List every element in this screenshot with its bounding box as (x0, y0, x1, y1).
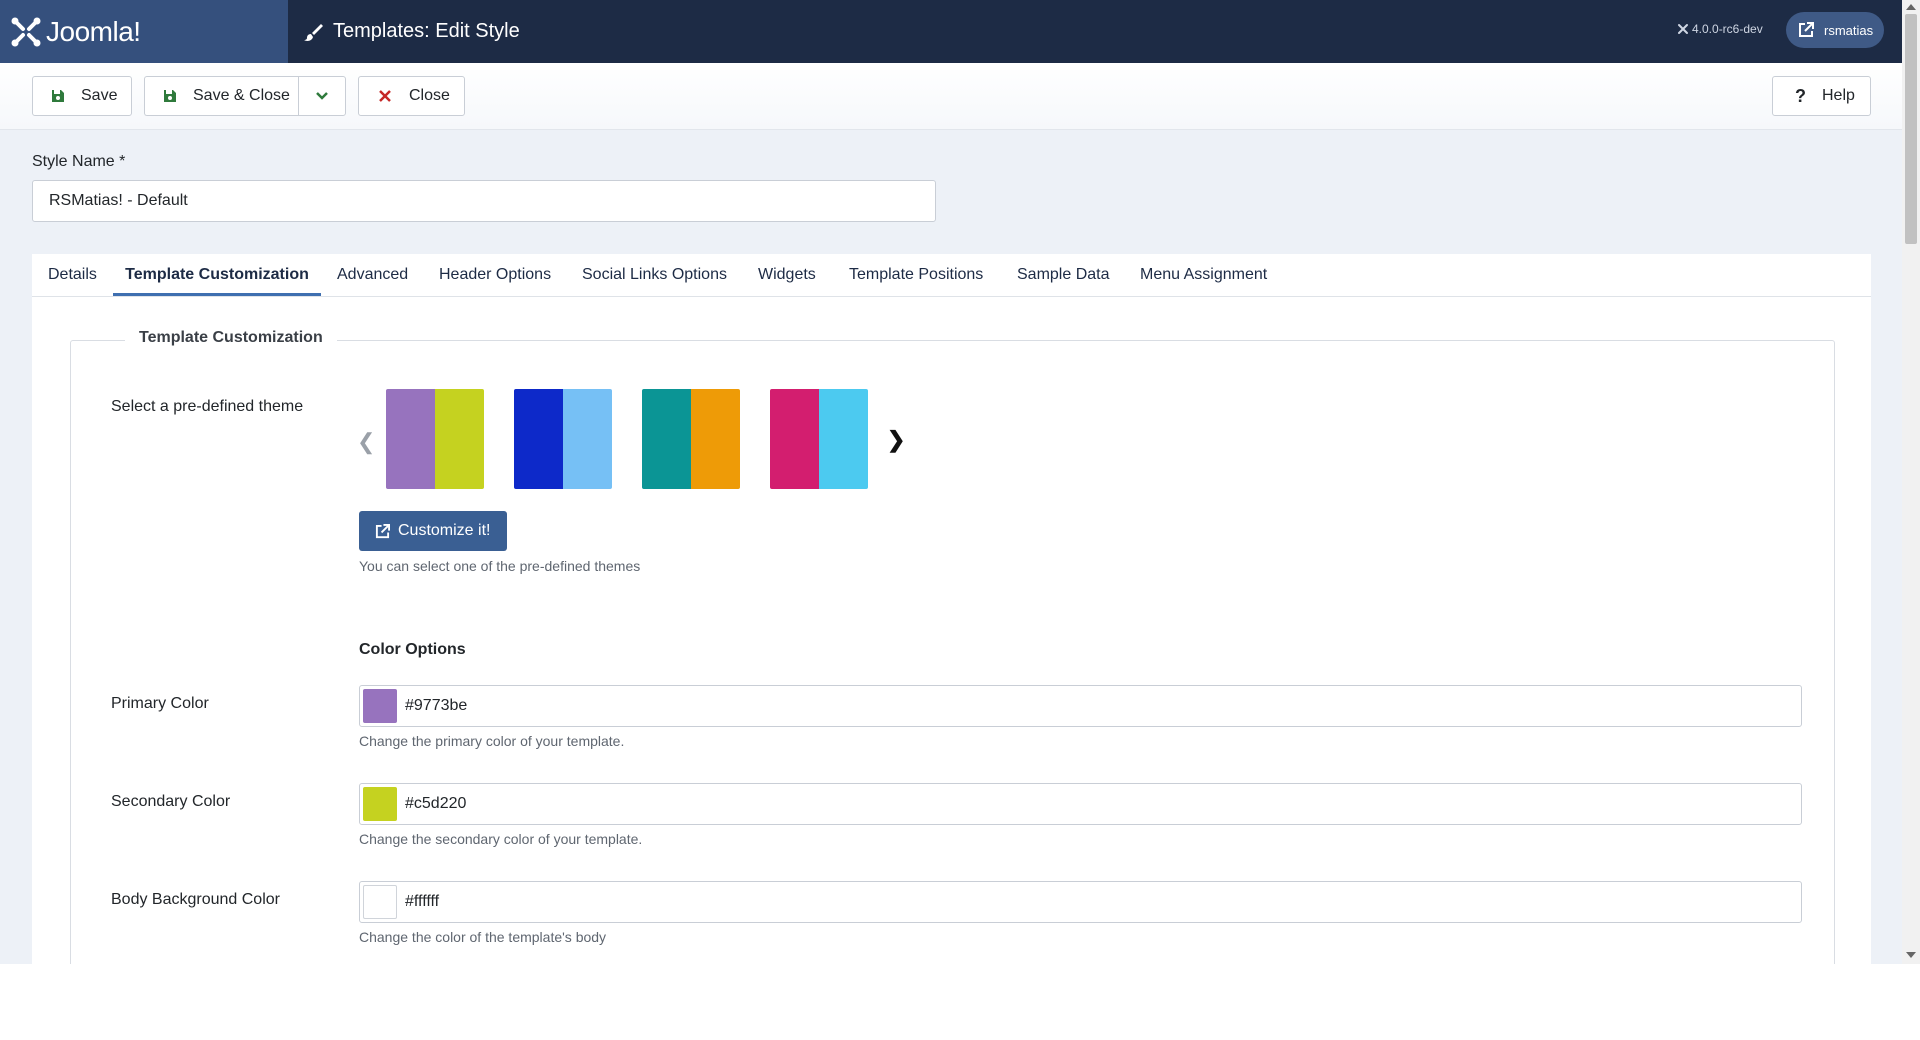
brush-icon (304, 23, 323, 41)
theme-hint: You can select one of the pre-defined th… (359, 558, 641, 574)
tab-header-options[interactable]: Header Options (439, 254, 551, 296)
customize-button[interactable]: Customize it! (359, 511, 507, 551)
tab-details[interactable]: Details (48, 254, 97, 296)
primary-color-hint: Change the primary color of your templat… (359, 733, 625, 749)
style-name-input[interactable] (32, 180, 936, 222)
external-link-icon (375, 523, 390, 539)
joomla-small-icon (1678, 24, 1688, 34)
theme-swatch-left (514, 389, 563, 489)
carousel-prev-icon[interactable]: ❮ (357, 429, 375, 455)
theme-swatch-left (386, 389, 435, 489)
external-link-icon (1799, 22, 1814, 37)
scroll-down-arrow-icon[interactable] (1906, 952, 1916, 958)
tab-social-links-options[interactable]: Social Links Options (582, 254, 727, 296)
secondary-color-hint: Change the secondary color of your templ… (359, 831, 643, 847)
joomla-logo-icon (11, 17, 41, 46)
primary-color-input[interactable]: #9773be (359, 685, 1802, 727)
theme-swatch[interactable] (770, 389, 868, 489)
version-text: 4.0.0-rc6-dev (1692, 22, 1763, 36)
page-title-area: Templates: Edit Style (303, 0, 520, 63)
secondary-color-input[interactable]: #c5d220 (359, 783, 1802, 825)
close-label: Close (409, 87, 450, 104)
color-chip[interactable] (363, 885, 397, 919)
page-title: Templates: Edit Style (333, 20, 520, 42)
logo-text: Joomla! (46, 15, 141, 47)
save-close-button[interactable]: Save & Close (144, 76, 298, 116)
username: rsmatias (1824, 22, 1874, 38)
body-background-color-input[interactable]: #ffffff (359, 881, 1802, 923)
save-options-dropdown[interactable] (298, 76, 346, 116)
color-value: #c5d220 (405, 795, 467, 812)
primary-color-label: Primary Color (111, 695, 209, 712)
theme-swatch-right (819, 389, 868, 489)
customize-label: Customize it! (398, 522, 491, 539)
tab-sample-data[interactable]: Sample Data (1017, 254, 1110, 296)
theme-swatch[interactable] (386, 389, 484, 489)
color-value: #9773be (405, 697, 468, 714)
theme-swatch[interactable] (642, 389, 740, 489)
color-chip[interactable] (363, 689, 397, 723)
help-button[interactable]: ? Help (1772, 76, 1871, 116)
theme-swatch-right (563, 389, 612, 489)
tab-template-positions[interactable]: Template Positions (849, 254, 983, 296)
style-name-label: Style Name * (32, 153, 126, 170)
save-icon (51, 89, 65, 103)
page-scrollbar[interactable] (1902, 0, 1920, 964)
fieldset-legend: Template Customization (125, 329, 337, 347)
body-background-color-label: Body Background Color (111, 891, 280, 908)
save-close-label: Save & Close (193, 87, 290, 104)
top-header: Joomla! Templates: Edit Style 4.0.0-rc6-… (0, 0, 1902, 63)
theme-swatch-left (770, 389, 819, 489)
color-value: #ffffff (405, 893, 440, 910)
question-icon: ? (1795, 85, 1806, 106)
theme-label: Select a pre-defined theme (111, 398, 304, 415)
save-icon (163, 89, 177, 103)
toolbar: Save Save & Close Close ? Help (0, 63, 1902, 130)
color-options-title: Color Options (359, 641, 466, 658)
tab-bar: Details Template Customization Advanced … (32, 254, 1871, 297)
secondary-color-label: Secondary Color (111, 793, 231, 810)
body-background-color-hint: Change the color of the template's body (359, 929, 607, 945)
save-button[interactable]: Save (32, 76, 132, 116)
theme-swatch-right (691, 389, 740, 489)
tab-template-customization[interactable]: Template Customization (113, 254, 321, 296)
close-icon (379, 90, 391, 102)
tab-widgets[interactable]: Widgets (758, 254, 816, 296)
user-menu-button[interactable]: rsmatias (1786, 12, 1884, 48)
close-button[interactable]: Close (358, 76, 465, 116)
scroll-thumb[interactable] (1905, 14, 1917, 244)
viewport: Joomla! Templates: Edit Style 4.0.0-rc6-… (0, 0, 1920, 964)
version-indicator: 4.0.0-rc6-dev (1677, 22, 1763, 36)
edit-card: Details Template Customization Advanced … (32, 254, 1871, 964)
joomla-logo[interactable]: Joomla! (0, 0, 288, 63)
tab-advanced[interactable]: Advanced (337, 254, 408, 296)
color-chip[interactable] (363, 787, 397, 821)
carousel-next-icon[interactable]: ❯ (887, 427, 905, 453)
theme-swatch-left (642, 389, 691, 489)
help-label: Help (1822, 87, 1855, 104)
template-customization-fieldset: Template Customization Select a pre-defi… (70, 329, 1835, 964)
save-label: Save (81, 87, 118, 104)
tab-menu-assignment[interactable]: Menu Assignment (1140, 254, 1267, 296)
scroll-up-arrow-icon[interactable] (1906, 4, 1916, 10)
theme-swatch[interactable] (514, 389, 612, 489)
chevron-down-icon (316, 92, 328, 100)
theme-swatch-right (435, 389, 484, 489)
